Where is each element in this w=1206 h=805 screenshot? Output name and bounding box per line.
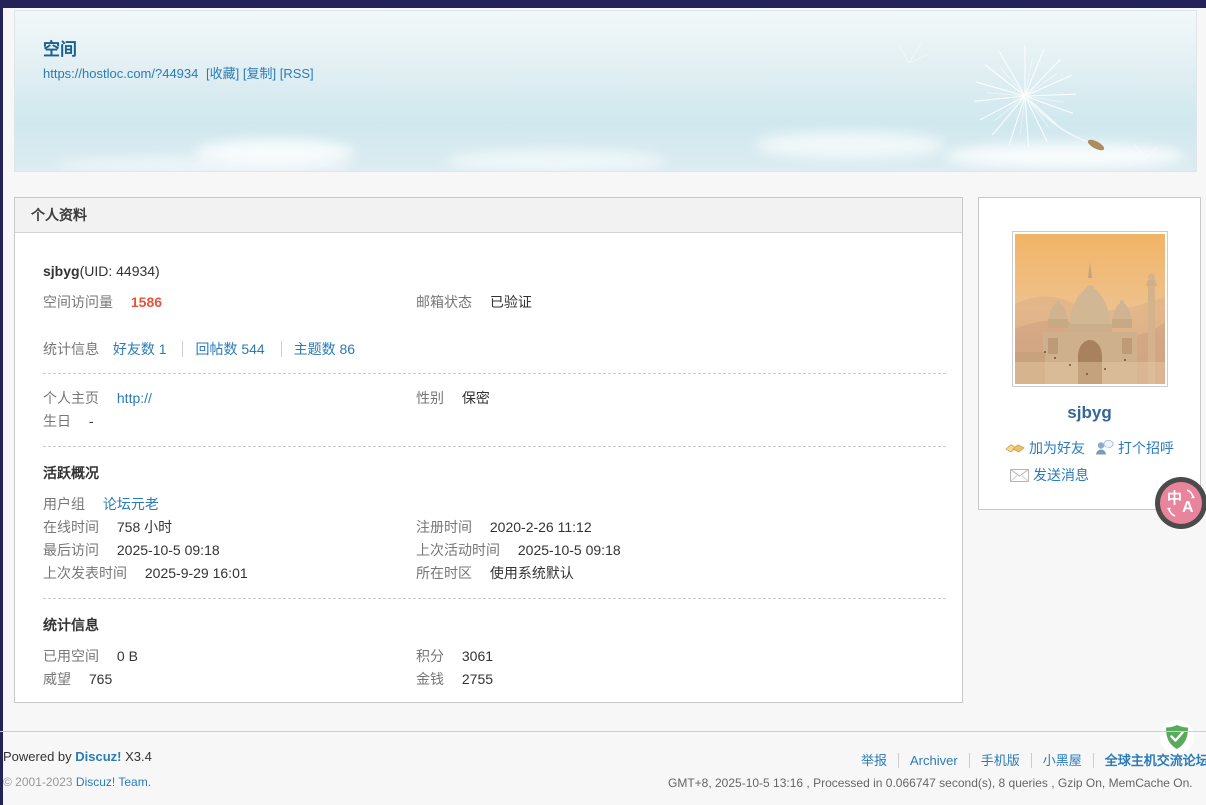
discuz-link[interactable]: Discuz!	[75, 749, 121, 764]
space-visits-field: 空间访问量 1586	[43, 291, 416, 314]
footer-nav: 举报Archiver手机版小黑屋全球主机交流论坛	[850, 750, 1206, 769]
space-url: https://hostloc.com/?44934	[43, 66, 198, 81]
friends-count-link[interactable]: 好友数 1	[109, 341, 179, 357]
page-left-edge	[0, 0, 3, 805]
used-space-field: 已用空间 0 B	[43, 645, 416, 668]
mobile-version-link[interactable]: 手机版	[969, 753, 1031, 768]
usergroup-link[interactable]: 论坛元老	[103, 496, 159, 512]
say-hi-link[interactable]: 打个招呼	[1095, 440, 1174, 456]
greeting-icon	[1095, 439, 1114, 455]
prestige-field: 威望 765	[43, 668, 416, 691]
gmt-status-text: GMT+8, 2025-10-5 13:16 , Processed in 0.…	[668, 776, 1193, 790]
footer-divider	[0, 731, 1206, 732]
dandelion-illustration	[895, 31, 1175, 172]
copy-link[interactable]: [复制]	[243, 66, 276, 81]
cloud-shape	[55, 156, 355, 172]
last-active-field: 上次活动时间 2025-10-5 09:18	[416, 539, 946, 562]
homepage-link[interactable]: http://	[117, 390, 152, 406]
last-visit-field: 最后访问 2025-10-5 09:18	[43, 539, 416, 562]
archiver-link[interactable]: Archiver	[898, 753, 969, 768]
avatar[interactable]	[1012, 231, 1168, 387]
card-username: sjbyg	[979, 403, 1200, 423]
space-url-row: https://hostloc.com/?44934 [收藏] [复制] [RS…	[43, 63, 314, 82]
browser-top-bar	[0, 0, 1206, 8]
discuz-team-link[interactable]: Discuz! Team.	[76, 775, 151, 789]
add-friend-link[interactable]: 加为好友	[1005, 440, 1085, 456]
divider	[43, 446, 946, 447]
page-title: 空间	[43, 35, 77, 60]
stats-section-header: 统计信息	[43, 615, 946, 635]
shield-check-icon	[1165, 724, 1189, 750]
darkroom-link[interactable]: 小黑屋	[1031, 753, 1093, 768]
money-field: 金钱 2755	[416, 668, 946, 691]
statistics-links-row: 统计信息 好友数 1 回帖数 544 主题数 86	[43, 338, 946, 360]
timezone-field: 所在时区 使用系统默认	[416, 562, 946, 585]
powered-by-text: Powered by Discuz! X3.4	[3, 749, 152, 764]
threads-count-link[interactable]: 主题数 86	[281, 341, 367, 357]
translate-icon: 中 A	[1160, 482, 1202, 524]
last-post-field: 上次发表时间 2025-9-29 16:01	[43, 562, 416, 585]
handshake-icon	[1005, 441, 1025, 455]
birthday-field: 生日 -	[43, 410, 416, 433]
homepage-field: 个人主页 http://	[43, 387, 416, 410]
profile-panel-header: 个人资料	[15, 198, 962, 233]
forum-home-link[interactable]: 全球主机交流论坛	[1093, 753, 1206, 768]
divider	[43, 373, 946, 374]
favorite-link[interactable]: [收藏]	[206, 66, 239, 81]
send-message-link[interactable]: 发送消息	[1010, 467, 1089, 483]
usergroup-field: 用户组 论坛元老	[43, 493, 416, 516]
report-link[interactable]: 举报	[850, 753, 898, 768]
adguard-shield-button[interactable]	[1160, 720, 1194, 754]
profile-panel: 个人资料 sjbyg(UID: 44934) 空间访问量 1586 邮箱状态 已…	[14, 197, 963, 703]
space-banner: 空间 https://hostloc.com/?44934 [收藏] [复制] …	[14, 10, 1197, 172]
cloud-shape	[445, 149, 665, 172]
divider	[43, 598, 946, 599]
activity-section-header: 活跃概况	[43, 463, 946, 483]
gender-field: 性别 保密	[416, 387, 946, 410]
replies-count-link[interactable]: 回帖数 544	[182, 341, 276, 357]
username: sjbyg	[43, 263, 80, 279]
translate-button[interactable]: 中 A	[1155, 477, 1206, 529]
envelope-icon	[1010, 469, 1029, 482]
credits-field: 积分 3061	[416, 645, 946, 668]
username-row: sjbyg(UID: 44934)	[43, 263, 946, 279]
copyright-text: © 2001-2023 Discuz! Team.	[3, 775, 151, 789]
uid-text: (UID: 44934)	[80, 263, 160, 279]
email-status-field: 邮箱状态 已验证	[416, 291, 946, 314]
register-time-field: 注册时间 2020-2-26 11:12	[416, 516, 946, 539]
visits-count: 1586	[131, 294, 162, 310]
rss-link[interactable]: [RSS]	[280, 66, 314, 81]
online-time-field: 在线时间 758 小时	[43, 516, 416, 539]
user-card: sjbyg 加为好友打个招呼 发送消息	[978, 197, 1201, 510]
